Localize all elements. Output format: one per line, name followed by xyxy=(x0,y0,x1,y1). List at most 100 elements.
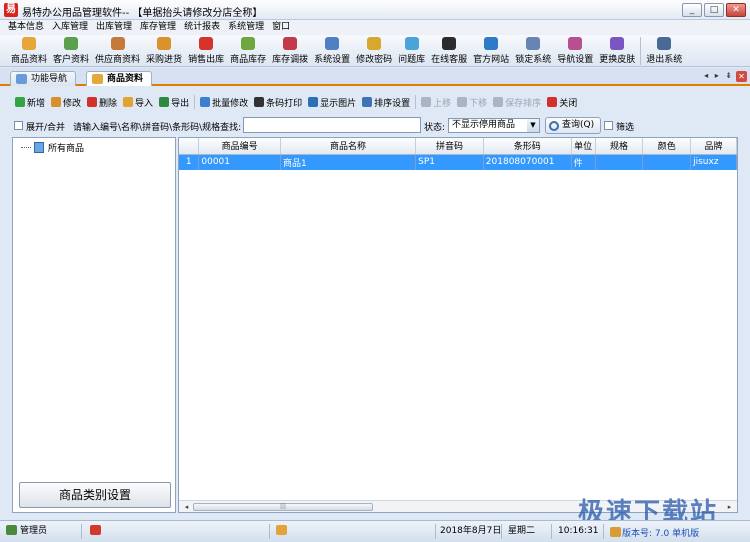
toolbar-button-key[interactable]: 修改密码 xyxy=(353,35,395,66)
app-logo-icon: 易 xyxy=(4,3,18,17)
toolbar-button-settings[interactable]: 系统设置 xyxy=(311,35,353,66)
move-down-button[interactable]: 下移 xyxy=(454,96,490,109)
toolbar-button-lock[interactable]: 锁定系统 xyxy=(512,35,554,66)
picture-button[interactable]: 显示图片 xyxy=(305,96,359,109)
add-button[interactable]: 新增 xyxy=(12,96,48,109)
action-separator xyxy=(194,95,196,109)
batch-edit-button[interactable]: 批量修改 xyxy=(197,96,251,109)
ie-icon xyxy=(484,37,499,50)
tab-strip: 功能导航 商品资料 ◂ ▸ ⇟ ✕ xyxy=(0,68,750,86)
skin-icon xyxy=(610,37,625,50)
picture-icon xyxy=(308,97,319,107)
sort-button[interactable]: 排序设置 xyxy=(359,96,413,109)
chevron-down-icon[interactable]: ▼ xyxy=(527,119,539,132)
expand-collapse-checkbox[interactable] xyxy=(14,121,23,130)
tree-node-all-goods[interactable]: 所有商品 xyxy=(21,141,84,154)
column-header[interactable]: 规格 xyxy=(595,138,644,155)
menu-inventory[interactable]: 库存管理 xyxy=(136,20,180,35)
toolbar-button-question[interactable]: 问题库 xyxy=(395,35,428,66)
minimize-button[interactable]: _ xyxy=(682,3,702,17)
menu-system[interactable]: 系统管理 xyxy=(224,20,268,35)
export-button[interactable]: 导出 xyxy=(156,96,192,109)
query-button[interactable]: 查询(Q) xyxy=(545,117,601,134)
column-header[interactable]: 拼音码 xyxy=(415,138,484,155)
chat-icon xyxy=(276,525,287,535)
vip-icon xyxy=(90,525,101,535)
tab-scroll-arrows[interactable]: ◂ ▸ ⇟ xyxy=(704,71,734,80)
action-toolbar: 新增 修改 删除 导入 导出 批量修改 条码打印 显示图片 排序设置 上移 下移 保存排序 关闭 xyxy=(12,91,738,113)
save-button[interactable]: 保存排序 xyxy=(490,96,544,109)
toolbar-button-users[interactable]: 客户资料 xyxy=(50,35,92,66)
barcode-icon xyxy=(254,97,265,107)
column-header[interactable] xyxy=(179,138,200,155)
toolbar-button-skin[interactable]: 更换皮肤 xyxy=(596,35,638,66)
goods-icon xyxy=(92,74,103,84)
folder-icon xyxy=(34,142,44,153)
move-up-button[interactable]: 上移 xyxy=(418,96,454,109)
import-button[interactable]: 导入 xyxy=(120,96,156,109)
toolbar-button-exit[interactable]: 退出系统 xyxy=(643,35,685,66)
menu-window[interactable]: 窗口 xyxy=(268,20,294,35)
toolbar-button-box[interactable]: 商品资料 xyxy=(8,35,50,66)
column-header[interactable]: 颜色 xyxy=(642,138,692,155)
category-settings-button[interactable]: 商品类别设置 xyxy=(19,482,171,508)
toolbar-button-supplier[interactable]: 供应商资料 xyxy=(92,35,143,66)
action-label: 条码打印 xyxy=(266,98,303,109)
close-tab-icon[interactable]: ✕ xyxy=(736,71,747,82)
toolbar-button-truck[interactable]: 采购进货 xyxy=(143,35,185,66)
toolbar-button-navigation[interactable]: 导航设置 xyxy=(554,35,596,66)
table-cell: 件 xyxy=(571,154,596,170)
toolbar-button-cart[interactable]: 销售出库 xyxy=(185,35,227,66)
table-row[interactable]: 1 00001 商品1 SP1 201808070001 件 jisuxz xyxy=(179,154,737,170)
restore-button[interactable]: □ xyxy=(704,3,724,17)
export-icon xyxy=(159,97,170,107)
edit-icon xyxy=(51,97,62,107)
status-select[interactable]: 不显示停用商品 ▼ xyxy=(448,118,540,133)
toolbar-button-label: 问题库 xyxy=(398,55,426,65)
delete-button[interactable]: 删除 xyxy=(84,96,120,109)
toolbar-button-label: 供应商资料 xyxy=(95,55,141,65)
toolbar-button-qq[interactable]: 在线客服 xyxy=(428,35,470,66)
toolbar-button-ie[interactable]: 官方网站 xyxy=(470,35,512,66)
column-header[interactable]: 商品名称 xyxy=(280,138,417,155)
action-label: 导入 xyxy=(135,98,154,109)
toolbar-button-label: 商品资料 xyxy=(11,55,48,65)
table-cell: jisuxz xyxy=(690,154,737,170)
navigation-icon xyxy=(16,74,27,84)
category-tree: 所有商品 商品类别设置 xyxy=(12,137,176,513)
menu-basic-info[interactable]: 基本信息 xyxy=(4,20,48,35)
filter-checkbox[interactable] xyxy=(604,121,613,130)
scroll-left-icon[interactable]: ◂ xyxy=(181,502,192,512)
search-input[interactable] xyxy=(243,117,421,133)
status-message-cell xyxy=(276,524,436,539)
menu-reports[interactable]: 统计报表 xyxy=(180,20,224,35)
barcode-button[interactable]: 条码打印 xyxy=(251,96,305,109)
edit-button[interactable]: 修改 xyxy=(48,96,84,109)
column-header[interactable]: 单位 xyxy=(571,138,596,155)
status-user-label: 管理员 xyxy=(20,526,48,536)
toolbar-button-stock[interactable]: 商品库存 xyxy=(227,35,269,66)
menu-stock-out[interactable]: 出库管理 xyxy=(92,20,136,35)
search-prompt: 请输入编号\名称\拼音码\条形码\规格查找: xyxy=(73,123,242,133)
action-label: 上移 xyxy=(433,98,452,109)
sort-icon xyxy=(362,97,373,107)
scroll-thumb[interactable]: ||| xyxy=(193,503,373,511)
scroll-right-icon[interactable]: ▸ xyxy=(724,502,735,512)
close-button[interactable]: 关闭 xyxy=(544,96,580,109)
close-window-button[interactable]: ✕ xyxy=(726,3,746,17)
column-header[interactable]: 条形码 xyxy=(483,138,572,155)
truck-icon xyxy=(157,37,172,50)
status-time: 10:16:31 xyxy=(558,524,604,539)
tab-function-navigation[interactable]: 功能导航 xyxy=(10,71,77,86)
action-label: 导出 xyxy=(171,98,190,109)
tab-goods-info[interactable]: 商品资料 xyxy=(86,71,153,86)
cart-icon xyxy=(199,37,214,50)
stock-icon xyxy=(241,37,256,50)
status-label: 状态: xyxy=(424,123,446,133)
action-label: 排序设置 xyxy=(374,98,411,109)
column-header[interactable]: 商品编号 xyxy=(198,138,281,155)
menu-stock-in[interactable]: 入库管理 xyxy=(48,20,92,35)
toolbar-button-transfer[interactable]: 库存调拨 xyxy=(269,35,311,66)
column-header[interactable]: 品牌 xyxy=(690,138,737,155)
window-controls: _ □ ✕ xyxy=(682,3,746,17)
